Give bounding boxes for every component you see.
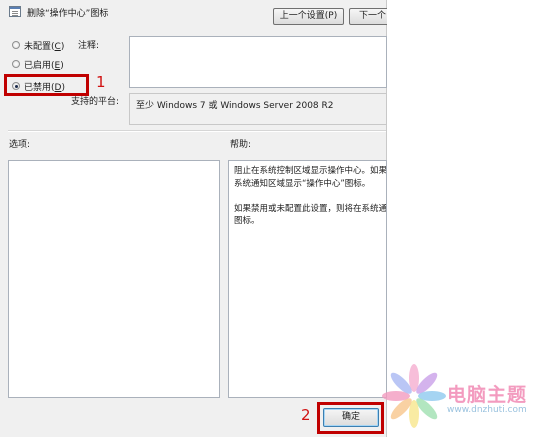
options-label: 选项: (9, 140, 31, 150)
annotation-marker-2: 2 (301, 406, 311, 424)
radio-not-configured[interactable]: 未配置(C) (12, 38, 64, 52)
prev-setting-button[interactable]: 上一个设置(P) (273, 8, 344, 25)
policy-dialog: 删除“操作中心”图标 上一个设置(P) 下一个 未配置(C) 已启用(E) 已禁… (0, 0, 399, 437)
comment-label: 注释: (78, 41, 100, 51)
section-divider (8, 130, 386, 132)
highlight-box-disabled (4, 74, 89, 96)
help-text: 阻止在系统控制区域显示操作中心。如果 系统通知区域显示“操作中心”图标。 如果禁… (234, 166, 387, 226)
radio-label: 已启用(E) (24, 60, 64, 71)
platform-value: 至少 Windows 7 或 Windows Server 2008 R2 (136, 101, 334, 111)
annotation-marker-1: 1 (96, 73, 106, 91)
radio-enabled[interactable]: 已启用(E) (12, 57, 64, 71)
highlight-box-ok (317, 402, 384, 434)
watermark-title: 电脑主题 (447, 384, 528, 406)
watermark-url: www.dnzhuti.com (447, 405, 527, 415)
radio-label: 未配置(C) (24, 41, 65, 52)
comment-field[interactable] (129, 36, 387, 88)
policy-icon (9, 6, 21, 17)
help-panel[interactable]: 阻止在系统控制区域显示操作中心。如果 系统通知区域显示“操作中心”图标。 如果禁… (228, 160, 387, 398)
radio-button-icon[interactable] (12, 60, 20, 68)
dialog-title: 删除“操作中心”图标 (27, 9, 109, 19)
options-panel (8, 160, 220, 398)
radio-button-icon[interactable] (12, 41, 20, 49)
platform-field: 至少 Windows 7 或 Windows Server 2008 R2 (129, 93, 387, 125)
help-label: 帮助: (230, 140, 252, 150)
